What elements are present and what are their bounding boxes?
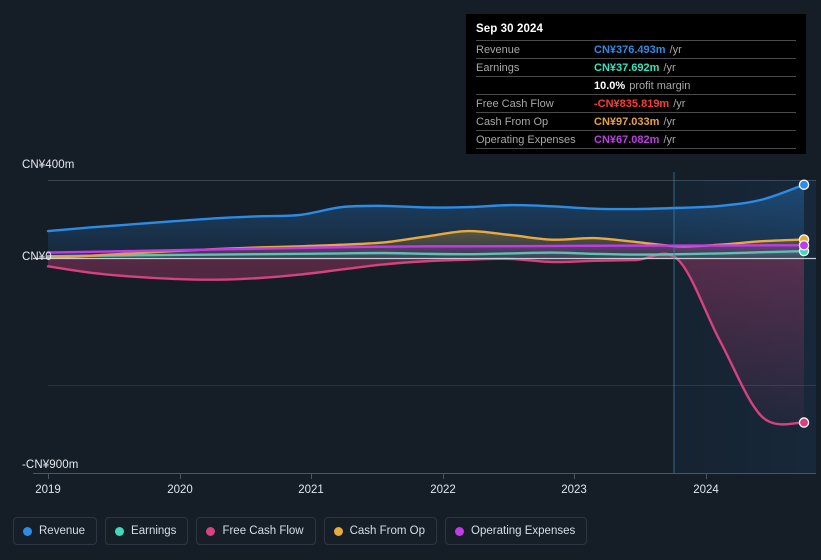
- tooltip-rows: Revenue CN¥376.493m/yr Earnings CN¥37.692m /…: [476, 40, 796, 148]
- chart-legend: Revenue Earnings Free Cash Flow Cash From O…: [13, 517, 588, 545]
- legend-color-dot: [206, 526, 216, 536]
- tooltip-row-suffix: profit margin: [629, 79, 691, 92]
- tooltip-row: Operating Expenses CN¥67.082m/yr: [476, 130, 796, 148]
- tooltip-row-value: 10.0%: [594, 79, 626, 92]
- tooltip-row-value: -CN¥835.819m: [594, 97, 670, 110]
- y-axis-label-top: CN¥400m: [22, 159, 75, 171]
- legend-item-label: Operating Expenses: [471, 525, 576, 537]
- legend-item-operating-expenses[interactable]: Operating Expenses: [445, 517, 588, 545]
- tooltip-row-value: CN¥37.692m: [594, 61, 660, 74]
- tooltip-row: Free Cash Flow -CN¥835.819m/yr: [476, 94, 796, 112]
- legend-color-dot: [115, 526, 125, 536]
- tooltip-row-suffix: /yr: [663, 115, 676, 128]
- legend-item-label: Free Cash Flow: [222, 525, 304, 537]
- tooltip-row-label: Revenue: [476, 43, 521, 56]
- tooltip-row-suffix: /yr: [663, 133, 676, 146]
- y-axis-label-zero: CN¥0: [22, 251, 52, 263]
- tooltip-row-suffix: /yr: [663, 61, 676, 74]
- x-axis-label-2023: 2023: [561, 484, 587, 496]
- tooltip-row-label: Operating Expenses: [476, 133, 576, 146]
- legend-item-label: Cash From Op: [349, 525, 426, 537]
- x-axis-label-2024: 2024: [693, 484, 719, 496]
- legend-item-earnings[interactable]: Earnings: [105, 517, 189, 545]
- tooltip-row: Earnings CN¥37.692m/yr: [476, 58, 796, 76]
- legend-item-label: Earnings: [131, 525, 177, 537]
- financial-chart: CN¥400m CN¥0 -CN¥900m 2019 2020 2021 2022 20…: [0, 0, 821, 560]
- tooltip-row-value: CN¥376.493m: [594, 43, 666, 56]
- x-axis-label-2019: 2019: [35, 484, 61, 496]
- endpoint-revenue: [798, 179, 810, 190]
- tooltip-row-value: CN¥67.082m: [594, 133, 660, 146]
- x-axis-label-2021: 2021: [298, 484, 324, 496]
- endpoint-operating-expenses: [798, 240, 810, 251]
- tooltip-row-label: Earnings: [476, 61, 520, 74]
- data-tooltip: Sep 30 2024 Revenue CN¥376.493m/yr Earning…: [466, 14, 806, 154]
- legend-color-dot: [333, 526, 343, 536]
- x-axis-label-2022: 2022: [430, 484, 456, 496]
- legend-item-revenue[interactable]: Revenue: [13, 517, 98, 545]
- tooltip-row-label: Cash From Op: [476, 115, 549, 128]
- tooltip-row: Revenue CN¥376.493m/yr: [476, 40, 796, 58]
- tooltip-row-value: CN¥97.033m: [594, 115, 660, 128]
- y-axis-label-bottom: -CN¥900m: [22, 459, 79, 471]
- tooltip-row: 10.0% profit margin: [476, 76, 796, 94]
- tooltip-row-suffix: /yr: [669, 43, 682, 56]
- legend-item-free-cash-flow[interactable]: Free Cash Flow: [196, 517, 316, 545]
- legend-item-label: Revenue: [39, 525, 86, 537]
- tooltip-bottom-divider: [476, 148, 796, 149]
- legend-color-dot: [455, 526, 465, 536]
- x-axis-label-2020: 2020: [167, 484, 193, 496]
- legend-color-dot: [23, 526, 32, 536]
- tooltip-row-label: Free Cash Flow: [476, 97, 554, 110]
- tooltip-row: Cash From Op CN¥97.033m/yr: [476, 112, 796, 130]
- endpoint-free-cash-flow: [798, 417, 810, 428]
- tooltip-row-suffix: /yr: [673, 97, 686, 110]
- legend-item-cash-from-op[interactable]: Cash From Op: [323, 517, 438, 545]
- tooltip-date: Sep 30 2024: [476, 23, 543, 35]
